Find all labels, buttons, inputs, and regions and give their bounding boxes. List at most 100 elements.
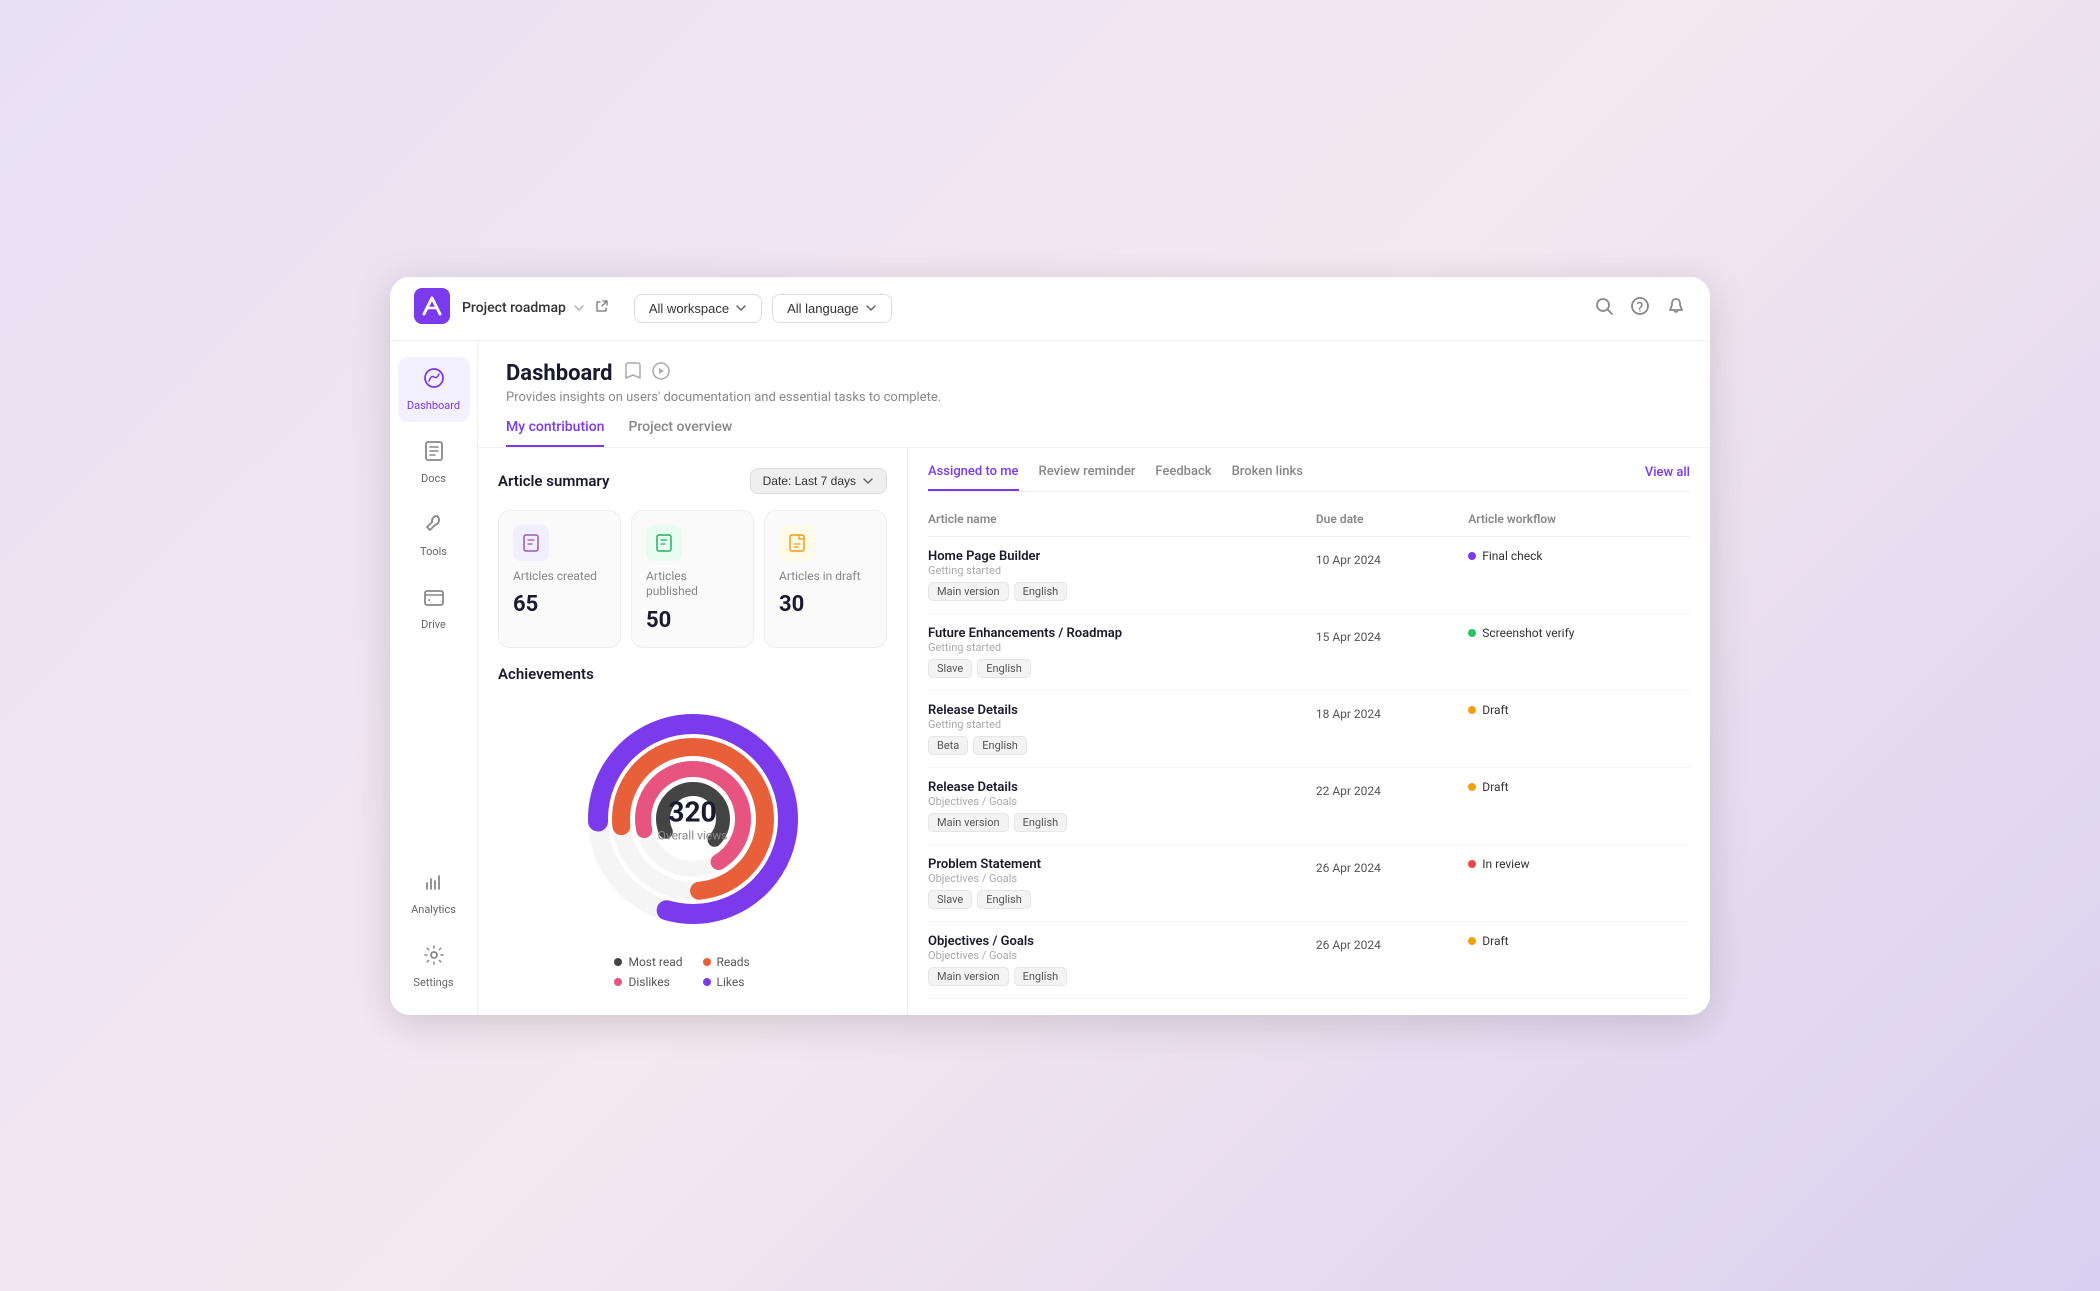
table-row[interactable]: Future Enhancements / Roadmap Getting st…	[928, 613, 1690, 690]
tab-project-overview[interactable]: Project overview	[628, 419, 732, 447]
sidebar-item-drive[interactable]: Drive	[398, 576, 470, 641]
sidebar-item-drive-label: Drive	[421, 618, 446, 631]
legend-likes-label: Likes	[717, 975, 745, 989]
app-container: Project roadmap All workspace All langua…	[390, 277, 1710, 1015]
tag: Main version	[928, 967, 1009, 986]
chart-legend: Most read Reads Dislikes	[614, 955, 770, 989]
page-title-row: Dashboard	[506, 361, 1682, 386]
workflow-badge: Final check	[1468, 549, 1682, 563]
tab-feedback[interactable]: Feedback	[1155, 464, 1211, 491]
left-panel: Article summary Date: Last 7 days	[478, 448, 908, 1015]
sidebar-item-analytics[interactable]: Analytics	[398, 861, 470, 926]
articles-tbody: Home Page Builder Getting started Main v…	[928, 536, 1690, 998]
workflow-status-dot	[1468, 783, 1476, 791]
article-name-cell: Problem Statement Objectives / Goals Sla…	[928, 844, 1308, 921]
sidebar-item-docs-label: Docs	[421, 472, 446, 485]
sidebar: Dashboard Docs Tools	[390, 341, 478, 1015]
legend-dislikes: Dislikes	[614, 975, 682, 989]
stat-card-created: Articles created 65	[498, 510, 621, 648]
due-date-cell: 18 Apr 2024	[1308, 690, 1460, 767]
workflow-badge: Draft	[1468, 780, 1682, 794]
due-date: 26 Apr 2024	[1316, 938, 1381, 952]
topbar: Project roadmap All workspace All langua…	[390, 277, 1710, 341]
article-summary-header: Article summary Date: Last 7 days	[498, 468, 887, 494]
most-read-dot	[614, 958, 622, 966]
tab-review-reminder[interactable]: Review reminder	[1039, 464, 1136, 491]
sidebar-item-dashboard[interactable]: Dashboard	[398, 357, 470, 422]
workspace-filter[interactable]: All workspace	[634, 294, 762, 323]
dislikes-dot	[614, 978, 622, 986]
tag: English	[977, 890, 1031, 909]
likes-dot	[703, 978, 711, 986]
articles-created-value: 65	[513, 592, 606, 617]
workflow-status-dot	[1468, 629, 1476, 637]
workflow-label: Draft	[1482, 703, 1508, 717]
two-col: Article summary Date: Last 7 days	[478, 448, 1710, 1015]
col-due-date: Due date	[1308, 506, 1460, 537]
logo[interactable]	[414, 288, 462, 328]
tab-broken-links[interactable]: Broken links	[1232, 464, 1303, 491]
external-link-icon[interactable]	[594, 298, 610, 318]
tag: Slave	[928, 890, 972, 909]
table-row[interactable]: Release Details Getting started BetaEngl…	[928, 690, 1690, 767]
language-filter[interactable]: All language	[772, 294, 892, 323]
play-icon[interactable]	[651, 361, 671, 385]
articles-published-icon	[646, 525, 682, 561]
achievements-section: Achievements	[498, 664, 887, 683]
article-name-cell: Future Enhancements / Roadmap Getting st…	[928, 613, 1308, 690]
sidebar-item-settings[interactable]: Settings	[398, 934, 470, 999]
article-tags: Slave English	[928, 890, 1300, 909]
article-name: Release Details	[928, 780, 1300, 795]
stat-card-published: Articles published 50	[631, 510, 754, 648]
articles-draft-value: 30	[779, 592, 872, 617]
topbar-right	[1594, 296, 1686, 321]
article-name-cell: Home Page Builder Getting started Main v…	[928, 536, 1308, 613]
chevron-down-icon	[735, 302, 747, 314]
notifications-icon[interactable]	[1666, 296, 1686, 321]
due-date: 15 Apr 2024	[1316, 630, 1381, 644]
book-icon[interactable]	[623, 361, 643, 385]
sidebar-item-analytics-label: Analytics	[411, 903, 456, 916]
table-row[interactable]: Problem Statement Objectives / Goals Sla…	[928, 844, 1690, 921]
article-section: Getting started	[928, 718, 1300, 731]
sidebar-item-docs[interactable]: Docs	[398, 430, 470, 495]
articles-draft-label: Articles in draft	[779, 569, 872, 585]
workflow-cell: Draft	[1460, 690, 1690, 767]
article-name-cell: Release Details Objectives / Goals Main …	[928, 767, 1308, 844]
chevron-down-icon	[865, 302, 877, 314]
search-icon[interactable]	[1594, 296, 1614, 321]
language-filter-label: All language	[787, 301, 859, 316]
help-icon[interactable]	[1630, 296, 1650, 321]
articles-draft-icon	[779, 525, 815, 561]
chevron-down-icon	[572, 301, 586, 315]
date-filter-button[interactable]: Date: Last 7 days	[750, 468, 887, 494]
workflow-badge: Draft	[1468, 934, 1682, 948]
article-name: Future Enhancements / Roadmap	[928, 626, 1300, 641]
project-label: Project roadmap	[462, 300, 566, 316]
project-selector[interactable]: Project roadmap	[462, 300, 586, 316]
article-name: Home Page Builder	[928, 549, 1300, 564]
tools-icon	[423, 513, 445, 541]
articles-published-label: Articles published	[646, 569, 739, 600]
view-all-button[interactable]: View all	[1645, 465, 1690, 490]
due-date: 22 Apr 2024	[1316, 784, 1381, 798]
workflow-label: Final check	[1482, 549, 1542, 563]
article-tags: SlaveEnglish	[928, 659, 1300, 678]
table-row[interactable]: Home Page Builder Getting started Main v…	[928, 536, 1690, 613]
tab-my-contribution[interactable]: My contribution	[506, 419, 604, 447]
table-row[interactable]: Objectives / Goals Objectives / Goals Ma…	[928, 921, 1690, 998]
table-row[interactable]: Release Details Objectives / Goals Main …	[928, 767, 1690, 844]
tab-assigned-to-me[interactable]: Assigned to me	[928, 464, 1019, 491]
legend-most-read-label: Most read	[628, 955, 682, 969]
sidebar-item-tools[interactable]: Tools	[398, 503, 470, 568]
article-tags: BetaEnglish	[928, 736, 1300, 755]
tag: English	[1014, 582, 1068, 601]
legend-most-read: Most read	[614, 955, 682, 969]
col-article-workflow: Article workflow	[1460, 506, 1690, 537]
tag: English	[1014, 967, 1068, 986]
table-header: Article name Due date Article workflow	[928, 506, 1690, 537]
article-tags: Main versionEnglish	[928, 582, 1300, 601]
chart-area: 320 Overall views Most read Read	[498, 699, 887, 989]
page-title-icons	[623, 361, 671, 385]
workflow-label: Draft	[1482, 780, 1508, 794]
